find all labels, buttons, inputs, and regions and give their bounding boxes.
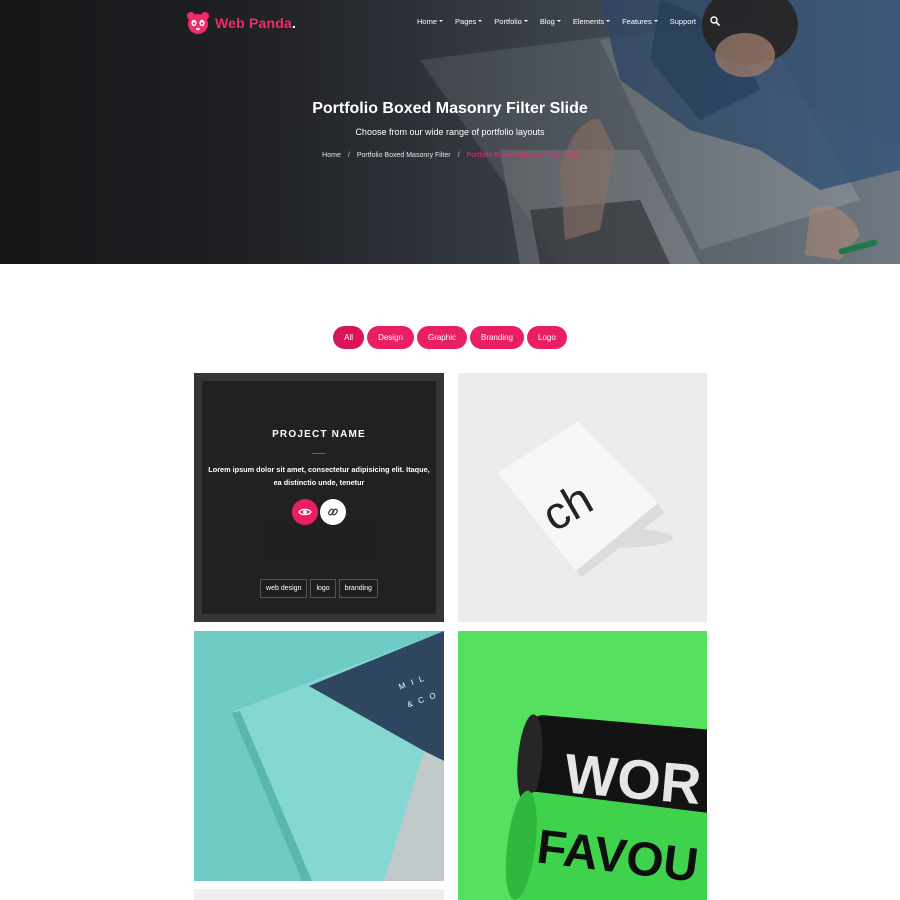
panda-icon [187,12,209,34]
portfolio-item[interactable]: M I L & C O [194,631,444,881]
breadcrumb: Home / Portfolio Boxed Masonry Filter / … [0,152,900,159]
portfolio-image: M I L & C O [194,631,444,881]
brand-name: Web Panda. [215,15,297,31]
filter-all-button[interactable]: All [333,326,365,349]
portfolio-image: WOR FAVOU [458,631,707,900]
eye-icon [298,508,312,516]
caret-down-icon [478,20,483,22]
page-title: Portfolio Boxed Masonry Filter Slide [312,100,588,117]
nav-item-blog[interactable]: Blog [540,17,561,26]
search-icon[interactable] [710,16,720,26]
nav-item-support[interactable]: Support [670,17,696,26]
portfolio-item[interactable] [194,889,444,900]
tag-branding[interactable]: branding [338,579,378,598]
breadcrumb-separator: / [347,152,350,159]
view-project-button[interactable] [292,499,318,525]
tag-logo[interactable]: logo [310,579,336,598]
caret-down-icon [653,20,658,22]
nav-item-elements[interactable]: Elements [573,17,611,26]
caret-down-icon [439,20,444,22]
project-link-button[interactable] [320,499,346,525]
hero-banner: Web Panda. Home Pages Portfolio Blog Ele… [0,0,900,264]
main-navbar: Web Panda. Home Pages Portfolio Blog Ele… [0,0,900,46]
caret-down-icon [556,20,561,22]
tag-web-design[interactable]: web design [260,579,308,598]
portfolio-image: ch [458,373,707,622]
portfolio-item[interactable]: ch [458,373,707,622]
breadcrumb-home[interactable]: Home [322,152,341,159]
nav-item-home[interactable]: Home [417,17,444,26]
portfolio-item-featured[interactable]: PROJECT NAME Lorem ipsum dolor sit amet,… [194,373,444,622]
nav-item-portfolio[interactable]: Portfolio [494,17,528,26]
portfolio-item[interactable]: WOR FAVOU [458,631,707,900]
filter-design-button[interactable]: Design [367,326,414,349]
main-menu: Home Pages Portfolio Blog Elements Featu… [417,16,720,26]
project-description: Lorem ipsum dolor sit amet, consectetur … [208,465,430,487]
page-subtitle: Choose from our wide range of portfolio … [355,127,545,137]
caret-down-icon [523,20,528,22]
nav-item-features[interactable]: Features [622,17,658,26]
nav-item-pages[interactable]: Pages [455,17,483,26]
link-icon [328,508,338,516]
project-tags: web design logo branding [194,579,444,598]
caret-down-icon [606,20,611,22]
breadcrumb-current: Portfolio Boxed Masonry Filter Slide [466,152,578,159]
filter-graphic-button[interactable]: Graphic [416,326,467,349]
filter-branding-button[interactable]: Branding [469,326,525,349]
project-name: PROJECT NAME [272,429,366,440]
brand-logo[interactable]: Web Panda. [186,10,296,36]
portfolio-filter-bar: All Design Graphic Branding Logo [0,326,900,349]
filter-logo-button[interactable]: Logo [527,326,567,349]
breadcrumb-separator: / [457,152,460,159]
title-divider [312,453,326,454]
breadcrumb-parent[interactable]: Portfolio Boxed Masonry Filter [357,152,451,159]
